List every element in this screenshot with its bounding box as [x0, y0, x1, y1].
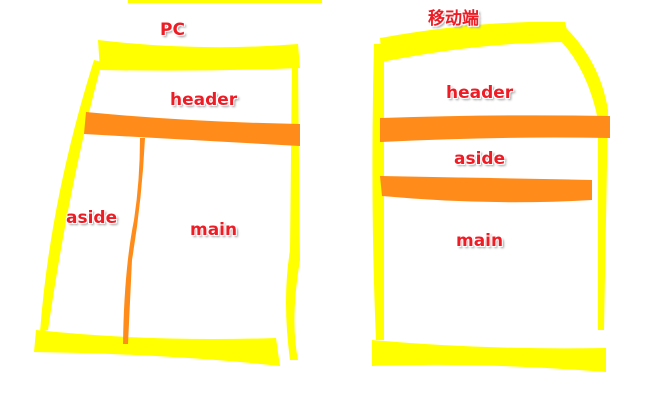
mobile-title: 移动端: [428, 9, 479, 29]
mobile-header-label: header: [446, 83, 514, 103]
pc-aside-label: aside: [66, 208, 118, 228]
pc-aside-divider: [123, 138, 145, 344]
sketch-layer: [34, 0, 610, 372]
pc-header-label: header: [170, 90, 238, 110]
mobile-aside-divider: [380, 176, 592, 203]
mobile-main-label: main: [456, 231, 504, 251]
pc-frame: [34, 40, 300, 366]
mobile-header-divider: [380, 115, 610, 142]
mobile-aside-label: aside: [454, 149, 506, 169]
pc-title: PC: [160, 20, 185, 40]
pc-main-label: main: [190, 220, 238, 240]
top-yellow-stroke: [128, 0, 322, 3]
pc-header-divider: [84, 112, 300, 146]
layout-diagram: PC header aside main 移动端 header aside ma…: [0, 0, 646, 403]
